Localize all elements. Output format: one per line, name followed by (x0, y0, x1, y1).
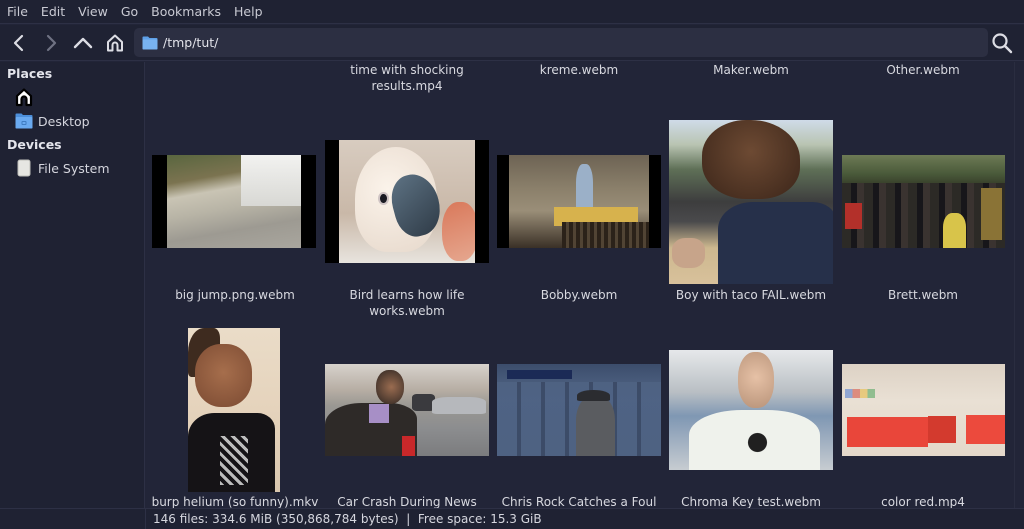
forward-button[interactable] (35, 27, 67, 59)
chevron-left-icon (13, 34, 24, 51)
video-thumbnail-big-jump (167, 155, 301, 248)
video-thumbnail-car-crash[interactable] (325, 364, 489, 456)
search-button[interactable] (986, 27, 1018, 59)
file-label[interactable]: Bird learns how life works.webm (321, 287, 493, 319)
file-label[interactable]: Brett.webm (837, 287, 1009, 303)
file-label-line: Maker.webm (713, 63, 789, 77)
file-label[interactable]: Maker.webm (665, 62, 837, 78)
file-label-line: Other.webm (886, 63, 960, 77)
file-label-line: Bird learns how life (349, 288, 465, 302)
file-label[interactable]: color red.mp4 (837, 494, 1009, 508)
file-label-line: color red.mp4 (881, 495, 965, 508)
sidebar-header-devices: Devices (7, 137, 62, 152)
file-label[interactable]: Car Crash During News (321, 494, 493, 508)
home-icon (14, 87, 34, 107)
home-icon (107, 34, 123, 51)
file-thumbnail[interactable] (325, 140, 489, 263)
search-icon (992, 33, 1013, 54)
sidebar-item-label: Desktop (38, 113, 90, 129)
sidebar: Places Desktop Devices File System (0, 62, 145, 508)
file-label[interactable]: Bobby.webm (493, 287, 665, 303)
file-manager-window: File Edit View Go Bookmarks Help /tmp/tu… (0, 0, 1024, 529)
file-label-line: Chris Rock Catches a Foul (501, 495, 657, 508)
sidebar-item-desktop[interactable]: Desktop (0, 109, 144, 133)
sidebar-header-places: Places (7, 66, 53, 81)
toolbar: /tmp/tut/ (0, 25, 1024, 61)
folder-icon (142, 36, 158, 49)
home-button[interactable] (99, 27, 131, 59)
file-label[interactable]: Other.webm (837, 62, 1009, 78)
file-label[interactable]: big jump.png.webm (149, 287, 321, 303)
file-label-line: kreme.webm (539, 63, 619, 77)
file-label[interactable]: Chris Rock Catches a Foul (493, 494, 665, 508)
video-thumbnail-brett[interactable] (842, 155, 1005, 248)
file-thumbnail[interactable] (497, 155, 661, 248)
menu-file[interactable]: File (0, 4, 34, 19)
menu-edit[interactable]: Edit (35, 4, 71, 19)
chevron-up-icon (73, 37, 93, 48)
video-thumbnail-bird (339, 140, 475, 263)
file-label-line: big jump.png.webm (175, 288, 295, 302)
chevron-right-icon (46, 34, 57, 51)
sidebar-item-home[interactable] (0, 85, 144, 109)
file-label-line: Brett.webm (887, 288, 958, 302)
file-thumbnail[interactable] (152, 155, 316, 248)
file-label-line: Boy with taco FAIL.webm (675, 288, 827, 302)
location-path: /tmp/tut/ (163, 35, 219, 50)
menubar: File Edit View Go Bookmarks Help (0, 0, 1024, 24)
menu-view[interactable]: View (72, 4, 114, 19)
file-label-line: Chroma Key test.webm (681, 495, 821, 508)
video-thumbnail-color-red[interactable] (842, 364, 1005, 456)
statusbar: 146 files: 334.6 MiB (350,868,784 bytes)… (146, 508, 1024, 529)
video-thumbnail-boy-with-taco[interactable] (669, 120, 833, 284)
file-icon-view[interactable]: time with shocking results.mp4 kreme.web… (146, 62, 1014, 508)
back-button[interactable] (3, 27, 35, 59)
sidebar-item-file-system[interactable]: File System (0, 156, 144, 180)
drive-icon (14, 158, 34, 178)
statusbar-sidebar-area (0, 508, 146, 529)
file-label[interactable]: Boy with taco FAIL.webm (665, 287, 837, 303)
file-label[interactable]: Chroma Key test.webm (665, 494, 837, 508)
video-thumbnail-burp-helium[interactable] (188, 328, 280, 492)
file-label-line: results.mp4 (371, 79, 443, 93)
video-thumbnail-bobby (509, 155, 649, 248)
sidebar-item-label: File System (38, 160, 110, 176)
file-label-line: time with shocking (350, 63, 464, 77)
up-button[interactable] (67, 27, 99, 59)
file-label-line: burp helium (so funny).mkv (151, 495, 319, 508)
folder-icon (14, 111, 34, 131)
file-label-line: Car Crash During News (337, 495, 477, 508)
vertical-scrollbar[interactable] (1014, 62, 1024, 508)
menu-go[interactable]: Go (115, 4, 144, 19)
status-text: 146 files: 334.6 MiB (350,868,784 bytes)… (153, 512, 542, 526)
menu-help[interactable]: Help (228, 4, 269, 19)
video-thumbnail-chris-rock[interactable] (497, 364, 661, 456)
file-label[interactable]: time with shocking results.mp4 (321, 62, 493, 94)
file-label-line: works.webm (369, 304, 445, 318)
file-label[interactable]: kreme.webm (493, 62, 665, 78)
video-thumbnail-chroma-key[interactable] (669, 350, 833, 470)
file-label-line: Bobby.webm (540, 288, 618, 302)
menu-bookmarks[interactable]: Bookmarks (145, 4, 227, 19)
file-label[interactable]: burp helium (so funny).mkv (149, 494, 321, 508)
location-bar[interactable]: /tmp/tut/ (134, 28, 988, 57)
